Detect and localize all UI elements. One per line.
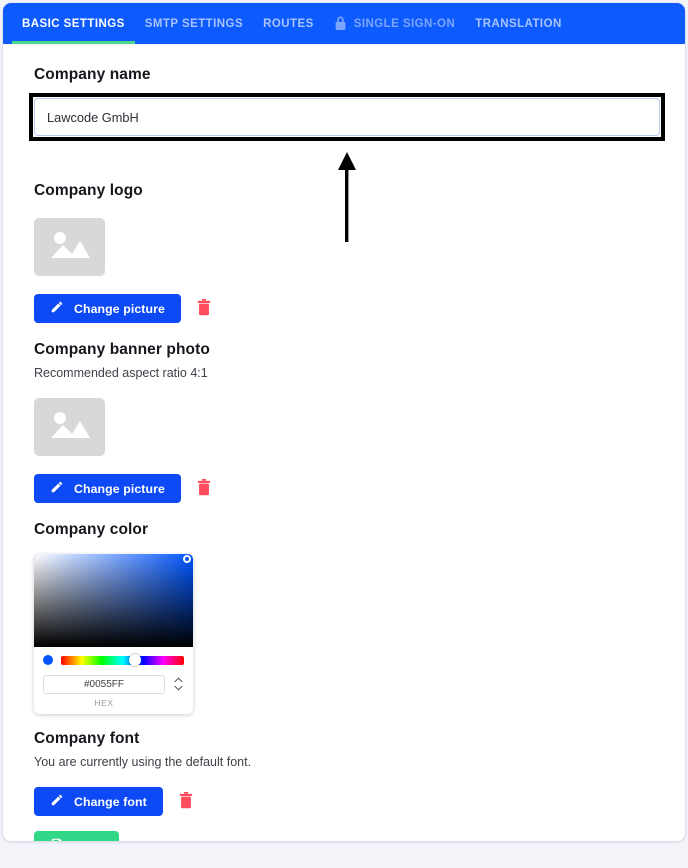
company-banner-heading: Company banner photo [34,341,210,358]
company-banner-subtext: Recommended aspect ratio 4:1 [34,366,208,380]
tab-translation-label: TRANSLATION [475,17,562,30]
save-icon [50,837,64,841]
pencil-icon [50,300,64,317]
change-banner-picture-button[interactable]: Change picture [34,474,181,503]
hue-slider-handle[interactable] [128,654,141,666]
change-font-button[interactable]: Change font [34,787,163,816]
tab-routes-label: ROUTES [263,17,314,30]
tab-single-sign-on[interactable]: SINGLE SIGN-ON [324,3,466,44]
saturation-value-area[interactable] [34,554,193,647]
company-banner-preview [34,398,105,456]
company-name-heading: Company name [34,66,151,83]
tab-translation[interactable]: TRANSLATION [465,3,572,44]
company-banner-actions: Change picture [34,474,655,503]
color-format-stepper[interactable] [172,674,184,693]
settings-card: BASIC SETTINGS SMTP SETTINGS ROUTES SING… [3,3,685,841]
tab-smtp-settings[interactable]: SMTP SETTINGS [135,3,253,44]
hex-input[interactable] [43,675,165,694]
chevron-down-icon [173,685,183,691]
change-logo-picture-button[interactable]: Change picture [34,294,181,323]
save-label: Save [74,839,103,842]
company-name-field-wrap [29,93,665,141]
lock-icon [334,16,347,31]
delete-font-button[interactable] [176,791,196,813]
company-font-subtext: You are currently using the default font… [34,755,252,769]
tab-single-sign-on-label: SINGLE SIGN-ON [353,17,456,30]
company-font-actions: Change font [34,787,655,816]
image-placeholder-icon [47,407,93,448]
image-placeholder-icon [47,227,93,268]
hex-field-group: HEX [43,674,165,708]
company-logo-actions: Change picture [34,294,655,323]
save-button[interactable]: Save [34,831,120,842]
delete-logo-button[interactable] [194,298,214,320]
pencil-icon [50,793,64,810]
tab-bar: BASIC SETTINGS SMTP SETTINGS ROUTES SING… [3,3,685,44]
company-logo-heading: Company logo [34,182,143,199]
settings-content: Company name Company logo [3,44,685,841]
pencil-icon [50,480,64,497]
tab-smtp-settings-label: SMTP SETTINGS [144,17,244,30]
company-font-heading: Company font [34,730,140,747]
tab-basic-settings[interactable]: BASIC SETTINGS [12,3,135,44]
trash-icon [197,478,211,499]
tab-routes[interactable]: ROUTES [253,3,324,44]
delete-banner-button[interactable] [194,478,214,500]
hue-row [43,654,184,666]
trash-icon [197,298,211,319]
hex-row: HEX [43,674,184,708]
hue-slider[interactable] [61,654,184,666]
color-picker-controls: HEX [34,647,193,714]
chevron-up-icon [173,676,183,682]
company-color-heading: Company color [34,521,149,538]
trash-icon [179,791,193,812]
tab-basic-settings-label: BASIC SETTINGS [22,17,125,30]
company-name-input[interactable] [34,98,660,136]
hex-label: HEX [94,698,114,708]
saturation-handle[interactable] [183,555,191,563]
current-color-swatch [43,655,53,665]
change-logo-picture-label: Change picture [74,301,165,316]
change-font-label: Change font [74,794,147,809]
company-logo-preview [34,218,105,276]
color-picker[interactable]: HEX [34,554,193,714]
change-banner-picture-label: Change picture [74,481,165,496]
